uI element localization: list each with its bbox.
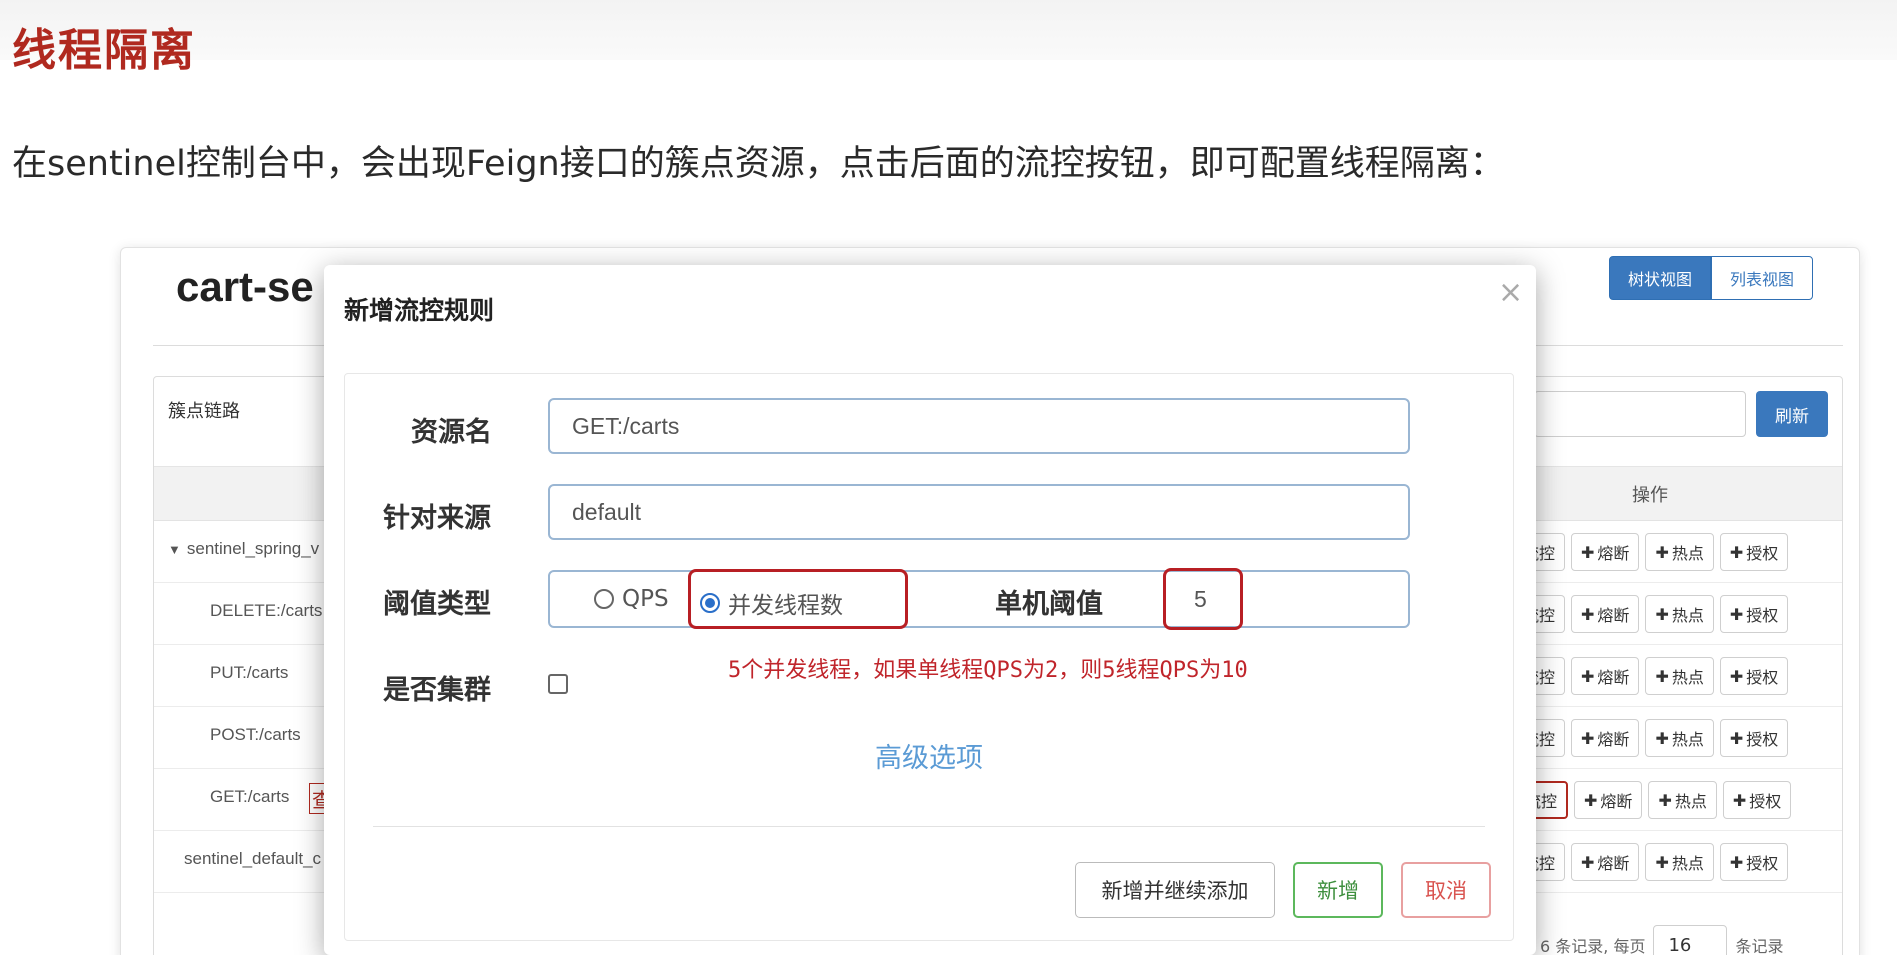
highlight-box [1163,568,1243,630]
plus-icon: ✚ [1581,852,1595,872]
plus-icon: ✚ [1732,790,1747,810]
hotspot-button[interactable]: ✚ 热点 [1645,843,1714,881]
degrade-button[interactable]: ✚ 熔断 [1571,719,1640,757]
plus-icon: ✚ [1655,728,1669,748]
pager-suffix: 条记录 [1735,937,1784,955]
plus-icon: ✚ [1581,666,1595,686]
page: 线程隔离 在sentinel控制台中，会出现Feign接口的簇点资源，点击后面的… [0,0,1897,955]
plus-icon: ✚ [1729,542,1744,562]
app-title: cart-se [176,263,314,310]
plus-icon: ✚ [1584,790,1598,810]
plus-icon: ✚ [1655,604,1669,624]
degrade-button[interactable]: ✚ 熔断 [1571,595,1640,633]
degrade-button[interactable]: ✚ 熔断 [1574,781,1643,819]
caret-down-icon[interactable]: ▼ [168,542,181,557]
ops-column-header: 操作 [1632,485,1668,506]
panel-label: 簇点链路 [168,401,240,422]
row-label: sentinel_default_c [184,849,322,868]
plus-icon: ✚ [1729,666,1744,686]
radio-qps[interactable]: QPS [594,586,669,612]
plus-icon: ✚ [1581,542,1595,562]
auth-button[interactable]: ✚ 授权 [1722,781,1792,819]
view-toggle: 树状视图 列表视图 [1609,256,1814,300]
modal-title: 新增流控规则 [344,296,495,325]
plus-icon: ✚ [1729,728,1744,748]
row-label: PUT:/carts [210,663,289,682]
plus-icon: ✚ [1729,604,1744,624]
page-size-input[interactable]: 16 [1653,925,1728,955]
add-continue-button[interactable]: 新增并继续添加 [1075,862,1275,918]
doc-title: 线程隔离 [12,25,196,76]
auth-button[interactable]: ✚ 授权 [1719,657,1789,695]
threshold-type-group: QPS 并发线程数 [548,570,1410,628]
advanced-options-link[interactable]: 高级选项 [875,736,983,775]
auth-button[interactable]: ✚ 授权 [1719,719,1789,757]
close-icon[interactable]: × [1498,275,1523,310]
plus-icon: ✚ [1581,728,1595,748]
pagination: 6 条记录, 每页 16 条记录 [1540,925,1783,955]
row-ops: 流控 ✚ 熔断 ✚ 热点 ✚ 授权 [1519,843,1789,881]
refresh-button[interactable]: 刷新 [1756,391,1828,437]
degrade-button[interactable]: ✚ 熔断 [1571,657,1640,695]
cluster-label: 是否集群 [383,675,491,706]
add-button[interactable]: 新增 [1293,862,1383,918]
plus-icon: ✚ [1658,790,1672,810]
plus-icon: ✚ [1655,852,1669,872]
row-label: GET:/carts [210,787,290,806]
hotspot-button[interactable]: ✚ 热点 [1645,657,1714,695]
hotspot-button[interactable]: ✚ 热点 [1645,533,1714,571]
hotspot-button[interactable]: ✚ 热点 [1645,595,1714,633]
row-ops: 流控 ✚ 熔断 ✚ 热点 ✚ 授权 [1519,781,1792,819]
single-threshold-label: 单机阈值 [995,589,1103,620]
hotspot-button[interactable]: ✚ 热点 [1645,719,1714,757]
degrade-button[interactable]: ✚ 熔断 [1571,533,1640,571]
divider [373,826,1485,827]
origin-label: 针对来源 [383,503,491,534]
plus-icon: ✚ [1581,604,1595,624]
row-ops: 流控 ✚ 熔断 ✚ 热点 ✚ 授权 [1519,533,1789,571]
tree-view-button[interactable]: 树状视图 [1609,256,1712,300]
search-input[interactable] [1534,391,1746,437]
header-band [0,0,1897,60]
row-label: POST:/carts [210,725,301,744]
annotation-note: 5个并发线程，如果单线程QPS为2，则5线程QPS为10 [728,658,1248,683]
modal-form: 资源名 GET:/carts 针对来源 default 阈值类型 QPS 并发线… [344,373,1514,941]
plus-icon: ✚ [1655,542,1669,562]
row-ops: 流控 ✚ 熔断 ✚ 热点 ✚ 授权 [1519,657,1789,695]
hotspot-button[interactable]: ✚ 热点 [1648,781,1717,819]
row-ops: 流控 ✚ 熔断 ✚ 热点 ✚ 授权 [1519,595,1789,633]
plus-icon: ✚ [1655,666,1669,686]
row-label[interactable]: ▼ sentinel_spring_v [168,539,319,559]
resource-name-input[interactable]: GET:/carts [548,398,1410,454]
radio-icon[interactable] [594,589,614,609]
doc-paragraph: 在sentinel控制台中，会出现Feign接口的簇点资源，点击后面的流控按钮，… [12,144,1505,184]
origin-input[interactable]: default [548,484,1410,540]
auth-button[interactable]: ✚ 授权 [1719,595,1789,633]
highlight-box [688,569,908,629]
plus-icon: ✚ [1729,852,1744,872]
cancel-button[interactable]: 取消 [1401,862,1491,918]
row-label: DELETE:/carts [210,601,323,620]
list-view-button[interactable]: 列表视图 [1711,256,1814,300]
auth-button[interactable]: ✚ 授权 [1719,533,1789,571]
row-ops: 流控 ✚ 熔断 ✚ 热点 ✚ 授权 [1519,719,1789,757]
cluster-checkbox[interactable] [548,674,568,694]
degrade-button[interactable]: ✚ 熔断 [1571,843,1640,881]
threshold-type-label: 阈值类型 [383,589,491,620]
flow-rule-modal: 新增流控规则 × 资源名 GET:/carts 针对来源 default 阈值类… [324,265,1536,955]
auth-button[interactable]: ✚ 授权 [1719,843,1789,881]
resource-label: 资源名 [411,417,492,448]
pager-prefix: 6 条记录, 每页 [1540,937,1646,955]
